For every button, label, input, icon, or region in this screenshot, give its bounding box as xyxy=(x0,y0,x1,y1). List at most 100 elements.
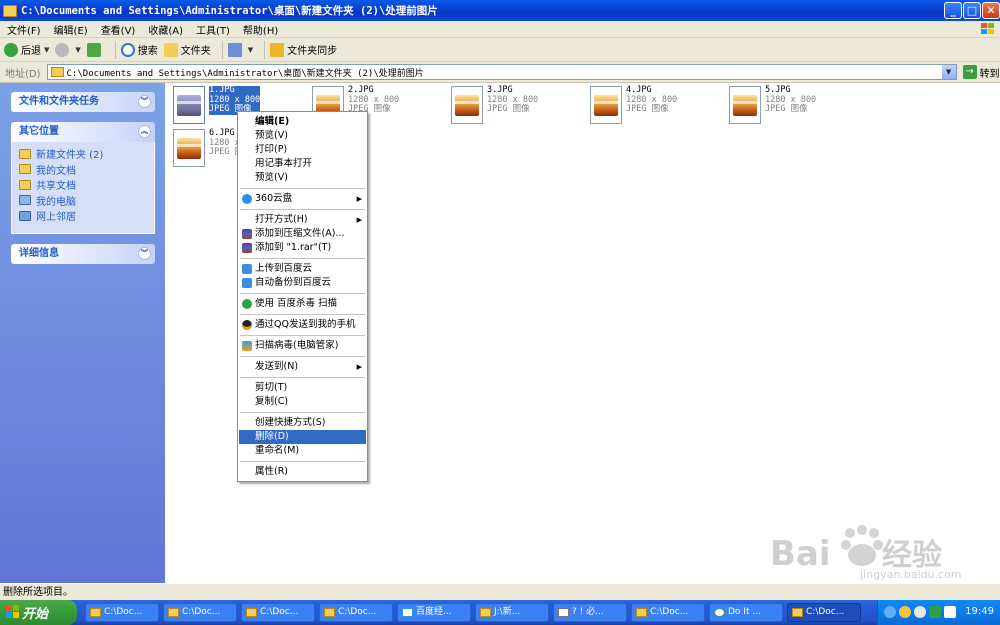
menu-item-edit[interactable]: 编辑(E) xyxy=(239,115,366,129)
taskbar-button[interactable]: C:\Doc... xyxy=(85,603,159,622)
menu-item-label: 扫描病毒(电脑管家) xyxy=(255,340,339,351)
menu-item-add-archive[interactable]: 添加到压缩文件(A)... xyxy=(239,227,366,241)
menu-item-360-cloud[interactable]: 360云盘 ▶ xyxy=(239,192,366,206)
expand-icon[interactable]: ︾ xyxy=(138,95,151,108)
menu-file[interactable]: 文件(F) xyxy=(0,22,47,37)
menu-separator xyxy=(240,209,365,210)
menu-separator xyxy=(240,412,365,413)
place-label: 我的电脑 xyxy=(36,196,76,208)
menu-item-print[interactable]: 打印(P) xyxy=(239,143,366,157)
place-label: 新建文件夹 (2) xyxy=(36,150,104,162)
menu-item-add-rar[interactable]: 添加到 "1.rar"(T) xyxy=(239,241,366,255)
taskbar-button[interactable]: C:\Doc... xyxy=(163,603,237,622)
start-label: 开始 xyxy=(22,607,49,622)
file-folder-tasks-header[interactable]: 文件和文件夹任务 ︾ xyxy=(11,92,155,112)
tray-user-icon[interactable] xyxy=(899,606,911,618)
tray-volume-icon[interactable] xyxy=(944,606,956,618)
menu-separator xyxy=(240,356,365,357)
taskbar-button[interactable]: C:\Doc... xyxy=(241,603,315,622)
menu-help[interactable]: 帮助(H) xyxy=(236,22,284,37)
menu-item-rename[interactable]: 重命名(M) xyxy=(239,444,366,458)
menu-item-baidu-upload[interactable]: 上传到百度云 xyxy=(239,262,366,276)
menu-item-label: 添加到压缩文件(A)... xyxy=(255,228,345,239)
file-item-5[interactable]: 5.JPG 1280 x 800 JPEG 图像 xyxy=(729,85,816,126)
menu-item-open-with[interactable]: 打开方式(H) ▶ xyxy=(239,213,366,227)
file-meta: 5.JPG 1280 x 800 JPEG 图像 xyxy=(765,85,816,126)
menu-item-cut[interactable]: 剪切(T) xyxy=(239,381,366,395)
forward-button[interactable]: ▼ xyxy=(55,42,81,57)
folders-label: 文件夹 xyxy=(180,46,211,57)
menu-item-properties[interactable]: 属性(R) xyxy=(239,465,366,479)
address-dropdown-icon[interactable]: ▼ xyxy=(941,65,956,79)
expand-icon[interactable]: ︾ xyxy=(138,247,151,260)
start-button[interactable]: 开始 xyxy=(0,600,77,625)
back-button[interactable]: 后退 ▼ xyxy=(4,42,49,57)
menu-item-create-shortcut[interactable]: 创建快捷方式(S) xyxy=(239,416,366,430)
taskbar-button[interactable]: C:\Doc... xyxy=(319,603,393,622)
tray-manager-icon[interactable] xyxy=(914,606,926,618)
place-shared-documents[interactable]: 共享文档 xyxy=(19,177,154,193)
folders-button[interactable]: 文件夹 xyxy=(163,42,211,57)
status-bar: 删除所选项目。 xyxy=(0,583,1000,600)
place-my-computer[interactable]: 我的电脑 xyxy=(19,193,154,209)
taskbar: 开始 C:\Doc... C:\Doc... C:\Doc... C:\Doc.… xyxy=(0,600,1000,625)
other-places-header[interactable]: 其它位置 ︽ xyxy=(11,122,155,142)
menu-item-copy[interactable]: 复制(C) xyxy=(239,395,366,409)
details-header[interactable]: 详细信息 ︾ xyxy=(11,244,155,264)
minimize-button[interactable]: _ xyxy=(944,2,962,19)
tray-shield-icon[interactable] xyxy=(929,606,941,618)
network-icon xyxy=(19,210,31,221)
folder-sync-button[interactable]: 文件夹同步 xyxy=(270,42,337,57)
image-file-icon xyxy=(590,86,622,124)
menu-item-pc-manager-scan[interactable]: 扫描病毒(电脑管家) xyxy=(239,339,366,353)
address-label: 地址(D) xyxy=(5,68,41,80)
file-item-3[interactable]: 3.JPG 1280 x 800 JPEG 图像 xyxy=(451,85,538,126)
place-network[interactable]: 网上邻居 xyxy=(19,208,154,224)
menu-item-send-to[interactable]: 发送到(N) ▶ xyxy=(239,360,366,374)
menu-item-baidu-backup[interactable]: 自动备份到百度云 xyxy=(239,276,366,290)
menu-edit[interactable]: 编辑(E) xyxy=(47,22,94,37)
taskbar-button[interactable]: Do It ... xyxy=(709,603,783,622)
taskbar-button[interactable]: C:\Doc... xyxy=(631,603,705,622)
taskbar-button[interactable]: 百度经... xyxy=(397,603,471,622)
go-button[interactable]: → 转到 xyxy=(962,65,1000,80)
search-button[interactable]: 搜索 xyxy=(120,42,158,57)
collapse-icon[interactable]: ︽ xyxy=(138,125,151,138)
file-item-4[interactable]: 4.JPG 1280 x 800 JPEG 图像 xyxy=(590,85,677,126)
folder-icon xyxy=(163,42,178,57)
address-input[interactable]: C:\Documents and Settings\Administrator\… xyxy=(46,64,957,80)
taskbar-label: C:\Doc... xyxy=(182,607,221,617)
place-label: 共享文档 xyxy=(36,181,76,193)
folder-sync-label: 文件夹同步 xyxy=(287,46,338,57)
title-bar[interactable]: C:\Documents and Settings\Administrator\… xyxy=(0,0,1000,21)
menu-item-preview-2[interactable]: 预览(V) xyxy=(239,171,366,185)
up-button[interactable] xyxy=(86,42,104,57)
taskbar-button[interactable]: ? ! 必... xyxy=(553,603,627,622)
menu-item-baidu-antivirus[interactable]: 使用 百度杀毒 扫描 xyxy=(239,297,366,311)
file-type: JPEG 图像 xyxy=(487,104,530,114)
menu-view[interactable]: 查看(V) xyxy=(94,22,142,37)
taskbar-button-active[interactable]: C:\Doc... xyxy=(787,603,861,622)
go-arrow-icon: → xyxy=(962,65,977,79)
place-my-documents[interactable]: 我的文档 xyxy=(19,162,154,178)
place-new-folder[interactable]: 新建文件夹 (2) xyxy=(19,146,154,162)
tray-app-icon[interactable] xyxy=(884,606,896,618)
winrar-icon xyxy=(242,243,252,253)
views-button[interactable]: ▼ xyxy=(227,42,253,57)
menu-separator xyxy=(240,188,365,189)
menu-item-open-notepad[interactable]: 用记事本打开 xyxy=(239,157,366,171)
maximize-button[interactable]: □ xyxy=(963,2,981,19)
menu-item-qq-phone[interactable]: 通过QQ发送到我的手机 xyxy=(239,318,366,332)
window-title: C:\Documents and Settings\Administrator\… xyxy=(21,5,438,17)
taskbar-button[interactable]: J:\新... xyxy=(475,603,549,622)
close-button[interactable]: ✕ xyxy=(982,2,1000,19)
menu-favorites[interactable]: 收藏(A) xyxy=(141,22,189,37)
folder-icon xyxy=(636,608,647,617)
menu-item-preview[interactable]: 预览(V) xyxy=(239,129,366,143)
up-folder-icon xyxy=(86,42,101,57)
menu-tools[interactable]: 工具(T) xyxy=(189,22,236,37)
menu-item-delete[interactable]: 删除(D) xyxy=(239,430,366,444)
browser-icon xyxy=(402,608,413,617)
taskbar-label: C:\Doc... xyxy=(260,607,299,617)
folder-icon xyxy=(19,148,31,159)
